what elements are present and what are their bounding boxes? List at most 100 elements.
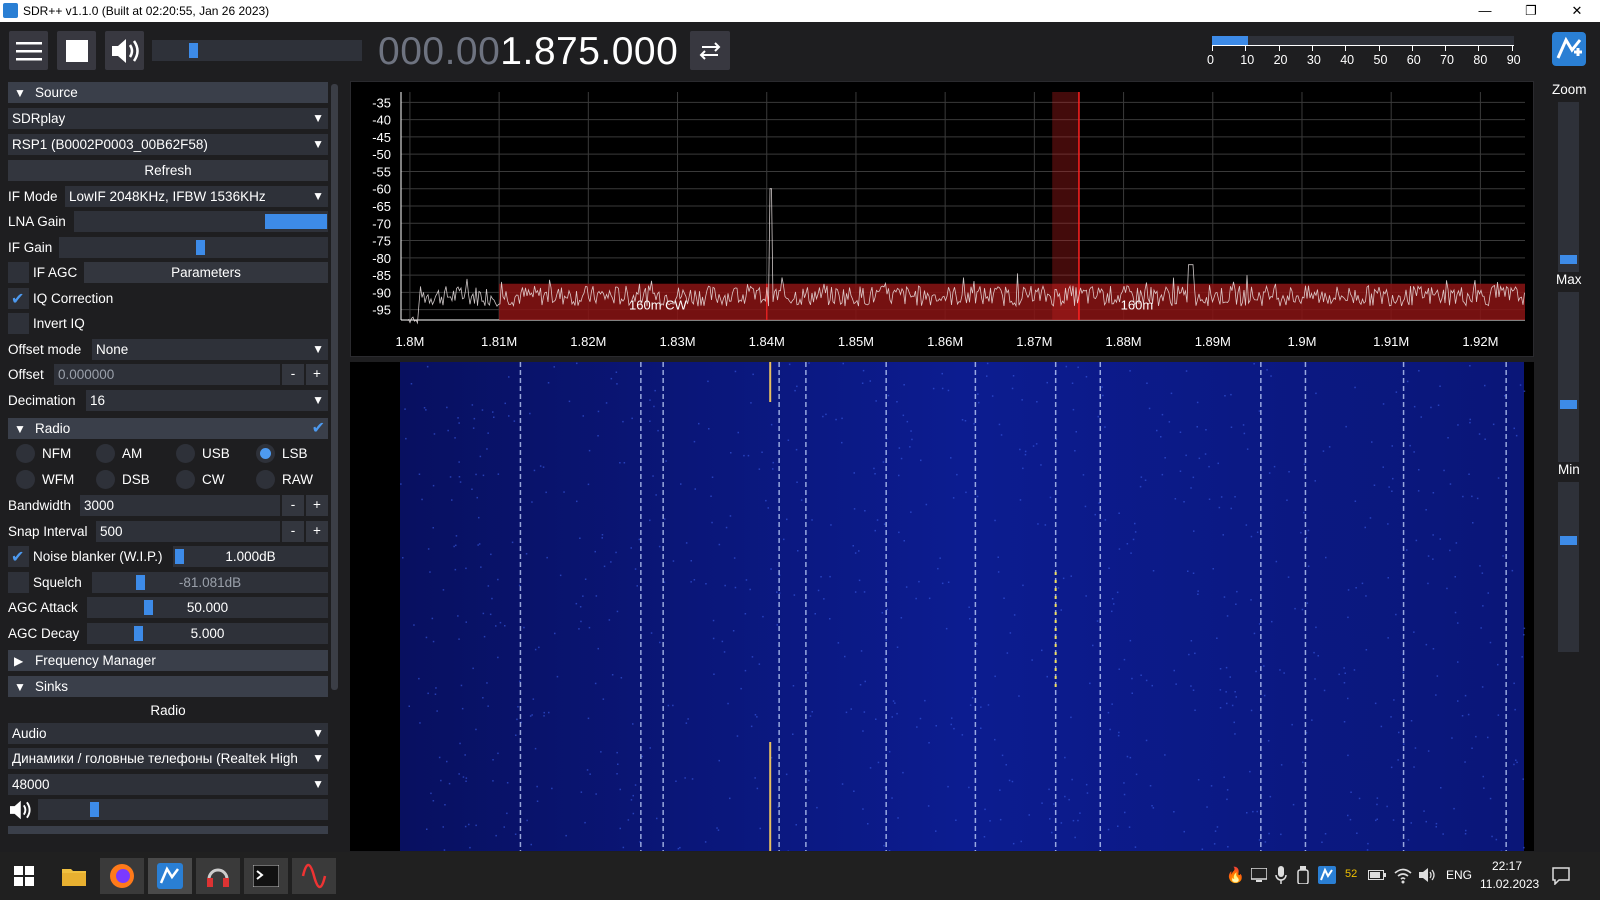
next-section-header[interactable]	[8, 826, 328, 834]
volume-tray-icon[interactable]	[1418, 867, 1436, 883]
bandwidth-decrement-button[interactable]: -	[282, 495, 304, 516]
notification-icon[interactable]	[1552, 867, 1570, 885]
frequency-lit-digits[interactable]: 1.875.000	[500, 30, 678, 73]
waterfall-noise-speck	[1194, 652, 1196, 655]
fft-plot[interactable]: -35 -40 -45 -50 -55 -60 -65 -70 -75 -80 -85 -90 -95 1…	[351, 82, 1535, 358]
speaker-icon[interactable]	[8, 800, 32, 820]
waterfall-noise-speck	[630, 799, 633, 801]
zoom-slider[interactable]	[1558, 102, 1579, 272]
start-button[interactable]	[2, 858, 46, 894]
taskbar-waveform-app[interactable]	[292, 858, 336, 894]
battery-tray-icon[interactable]	[1368, 870, 1386, 880]
if-agc-checkbox[interactable]	[8, 262, 29, 283]
mode-radio-cw[interactable]	[176, 470, 195, 489]
parameters-button[interactable]: Parameters	[84, 262, 328, 283]
clock-date[interactable]: 11.02.2023	[1480, 877, 1539, 891]
lna-gain-knob[interactable]	[264, 214, 327, 229]
source-device-select[interactable]: SDRplay ▼	[8, 108, 328, 129]
snap-decrement-button[interactable]: -	[282, 521, 304, 542]
waterfall[interactable]	[350, 362, 1534, 852]
device-serial-select[interactable]: RSP1 (B0002P0003_00B62F58) ▼	[8, 134, 328, 155]
usb-drive-tray-icon[interactable]	[1297, 866, 1309, 884]
waterfall-noise-speck	[1118, 512, 1120, 514]
fft-spectrum[interactable]: -35 -40 -45 -50 -55 -60 -65 -70 -75 -80 -85 -90 -95 1…	[350, 81, 1534, 357]
language-indicator[interactable]: ENG	[1446, 868, 1472, 882]
bandwidth-input[interactable]: 3000	[80, 495, 280, 516]
mode-radio-usb[interactable]	[176, 444, 195, 463]
sidebar-scrollbar[interactable]	[331, 84, 338, 690]
offset-decrement-button[interactable]: -	[282, 364, 304, 385]
temperature-tray[interactable]: 52	[1345, 868, 1357, 880]
flame-tray-icon[interactable]: 🔥	[1226, 866, 1245, 884]
menu-button[interactable]	[9, 31, 48, 70]
frequency-dim-digits[interactable]: 000.00	[378, 30, 500, 73]
wifi-tray-icon[interactable]	[1394, 866, 1412, 884]
max-slider[interactable]	[1558, 292, 1579, 462]
restore-button[interactable]: ❐	[1508, 0, 1554, 22]
volume-knob[interactable]	[189, 43, 198, 58]
microphone-tray-icon[interactable]	[1275, 866, 1287, 884]
waterfall-noise-speck	[1307, 565, 1310, 567]
close-button[interactable]: ✕	[1554, 0, 1600, 22]
section-sinks-header[interactable]: ▼ Sinks	[8, 676, 328, 697]
sink-type-select[interactable]: Audio ▼	[8, 723, 328, 744]
taskbar-headset-app[interactable]	[196, 858, 240, 894]
slider-knob[interactable]	[1560, 400, 1577, 409]
stop-button[interactable]	[57, 31, 96, 70]
agc-decay-slider[interactable]: 5.000	[87, 623, 328, 644]
taskbar-firefox[interactable]	[100, 858, 144, 894]
mode-radio-nfm[interactable]	[16, 444, 35, 463]
offset-mode-select[interactable]: None ▼	[92, 339, 328, 360]
waterfall-noise-speck	[579, 537, 581, 539]
sample-rate-select[interactable]: 48000 ▼	[8, 774, 328, 795]
invert-iq-checkbox[interactable]	[8, 313, 29, 334]
mode-radio-am[interactable]	[96, 444, 115, 463]
volume-slider[interactable]	[152, 40, 362, 61]
agc-attack-slider[interactable]: 50.000	[87, 597, 328, 618]
bandwidth-increment-button[interactable]: +	[306, 495, 328, 516]
frequency-display[interactable]: 000.001.875.000	[378, 30, 678, 74]
sink-volume-slider[interactable]	[38, 799, 328, 820]
offset-input[interactable]: 0.000000	[54, 364, 280, 385]
squelch-checkbox[interactable]	[8, 572, 29, 593]
noise-blanker-checkbox[interactable]	[8, 546, 29, 567]
slider-knob[interactable]	[1560, 255, 1577, 264]
if-mode-select[interactable]: LowIF 2048KHz, IFBW 1536KHz ▼	[65, 186, 328, 207]
sdrpp-tray-icon[interactable]	[1318, 866, 1336, 884]
refresh-button[interactable]: Refresh	[8, 160, 328, 181]
snap-increment-button[interactable]: +	[306, 521, 328, 542]
lna-gain-slider[interactable]	[74, 211, 328, 232]
section-radio-header[interactable]: ▼ Radio ✔	[8, 418, 328, 439]
squelch-slider[interactable]: -81.081dB	[92, 572, 328, 593]
mode-radio-wfm[interactable]	[16, 470, 35, 489]
slider-knob[interactable]	[1560, 536, 1577, 545]
mute-button[interactable]	[105, 31, 144, 70]
offset-increment-button[interactable]: +	[306, 364, 328, 385]
taskbar-sdrpp[interactable]	[148, 858, 192, 894]
min-slider[interactable]	[1558, 482, 1579, 652]
decimation-select[interactable]: 16 ▼	[86, 390, 328, 411]
mode-radio-lsb[interactable]	[256, 444, 275, 463]
checkmark-icon[interactable]: ✔	[312, 418, 325, 438]
section-frequency-manager-header[interactable]: ▶ Frequency Manager	[8, 650, 328, 671]
section-source-header[interactable]: ▼ Source	[8, 82, 328, 103]
snap-interval-input[interactable]: 500	[96, 521, 280, 542]
if-gain-knob[interactable]	[196, 240, 205, 255]
mode-radio-dsb[interactable]	[96, 470, 115, 489]
monitor-tray-icon[interactable]	[1251, 868, 1267, 882]
waterfall-noise-speck	[615, 551, 617, 554]
taskbar-file-explorer[interactable]	[52, 858, 96, 894]
tuning-mode-button[interactable]	[690, 31, 730, 70]
if-gain-slider[interactable]	[59, 237, 328, 258]
noise-blanker-slider[interactable]: 1.000dB	[173, 546, 328, 567]
waterfall-plot[interactable]	[350, 362, 1534, 852]
waterfall-noise-speck	[1208, 465, 1210, 468]
taskbar-terminal[interactable]	[244, 858, 288, 894]
audio-device-select[interactable]: Динамики / головные телефоны (Realtek Hi…	[8, 748, 328, 769]
clock-time[interactable]: 22:17	[1492, 859, 1522, 873]
minimize-button[interactable]: —	[1462, 0, 1508, 22]
waterfall-noise-speck	[1410, 822, 1412, 824]
mode-radio-raw[interactable]	[256, 470, 275, 489]
iq-correction-checkbox[interactable]	[8, 288, 29, 309]
slider-knob[interactable]	[90, 802, 99, 817]
